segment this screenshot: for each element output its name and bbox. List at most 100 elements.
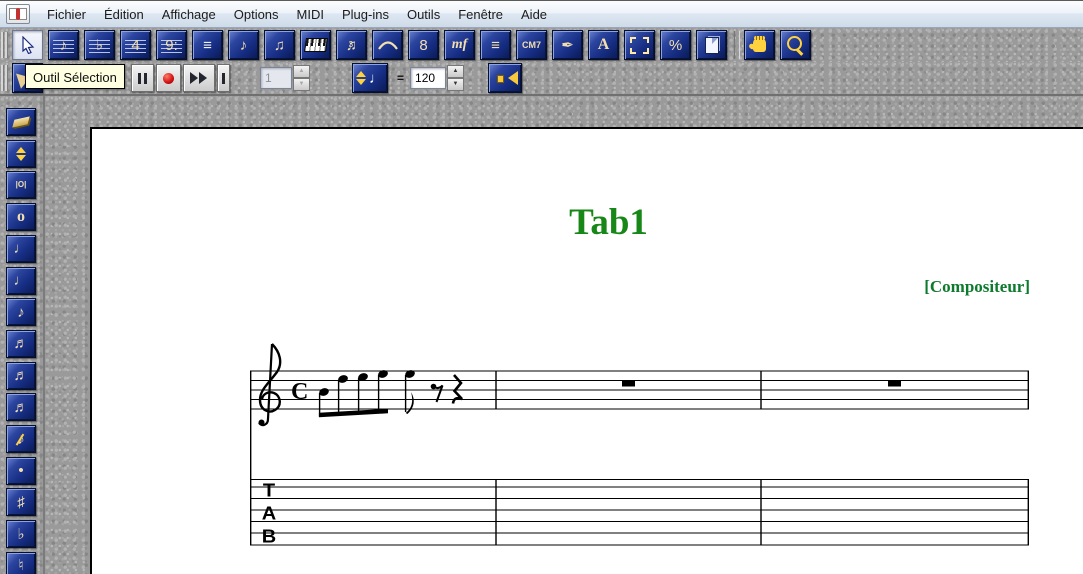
- menu-item-affichage[interactable]: Affichage: [153, 3, 225, 26]
- lyrics-button[interactable]: ≡: [480, 30, 511, 60]
- toolbar-grip-icon[interactable]: [1, 32, 9, 58]
- chord-names-icon: CM7: [522, 41, 541, 50]
- sharp-icon: ♯: [17, 495, 25, 510]
- half-note-icon: ♩: [14, 241, 29, 256]
- record-button[interactable]: [156, 64, 181, 92]
- text-tool-button[interactable]: A: [588, 30, 619, 60]
- tempo-note-button[interactable]: ♩: [352, 63, 388, 93]
- spin-down-icon[interactable]: ▼: [293, 78, 310, 91]
- toolbar-separator: [734, 31, 740, 59]
- beamed-notes: [318, 369, 389, 417]
- text-tool-icon: A: [598, 37, 610, 53]
- natural-button[interactable]: ♮: [6, 552, 36, 574]
- bass-clef-icon: 9:: [165, 38, 178, 53]
- sixteenth-note-icon: ♬: [14, 336, 29, 351]
- note-effects-icon: ♫: [274, 38, 285, 53]
- menu-item-fichier[interactable]: Fichier: [38, 3, 95, 26]
- percent-scale-button[interactable]: %: [660, 30, 691, 60]
- measure-spinner[interactable]: ▲ ▼: [293, 65, 310, 91]
- note-pitch-arrows-button[interactable]: [6, 140, 36, 168]
- menu-item-fentre[interactable]: Fenêtre: [449, 3, 512, 26]
- score-display-icon: ♪: [60, 38, 68, 53]
- dotted-note-icon: •: [18, 463, 23, 478]
- note-effects-button[interactable]: ♫: [264, 30, 295, 60]
- keyboard-icon: [304, 38, 328, 52]
- thirtysecond-note-icon: ♬: [14, 368, 29, 383]
- grace-note-button[interactable]: ♪: [6, 425, 36, 453]
- treble-clef-icon: [259, 344, 281, 426]
- menu-item-midi[interactable]: MIDI: [288, 3, 333, 26]
- key-signature-button[interactable]: ♭: [84, 30, 115, 60]
- time-signature-button[interactable]: 4: [120, 30, 151, 60]
- workspace[interactable]: Tab1 [Compositeur]: [45, 96, 1083, 574]
- eighth-note-button[interactable]: ♪: [6, 298, 36, 326]
- grace-note-icon: ♪: [17, 432, 25, 447]
- notation-staff[interactable]: C: [92, 129, 1083, 574]
- menu-item-dition[interactable]: Édition: [95, 3, 153, 26]
- time-signature-text: C: [291, 379, 308, 405]
- eighth-note: [404, 369, 416, 414]
- bass-clef-button[interactable]: 9:: [156, 30, 187, 60]
- app-book-icon[interactable]: [6, 4, 30, 24]
- spin-up-icon[interactable]: ▲: [447, 65, 464, 78]
- thirtysecond-note-button[interactable]: ♬: [6, 362, 36, 390]
- bar-lines: [251, 371, 1029, 545]
- zoom-tool-button[interactable]: [780, 30, 811, 60]
- clipboard-button[interactable]: [696, 30, 727, 60]
- forward-button[interactable]: [183, 64, 215, 92]
- toolbar-grip-icon[interactable]: [1, 65, 9, 91]
- dynamics-button[interactable]: mf: [444, 30, 475, 60]
- spin-down-icon[interactable]: ▼: [447, 78, 464, 91]
- chord-names-button[interactable]: CM7: [516, 30, 547, 60]
- eraser-tool-button[interactable]: [6, 108, 36, 136]
- menu-item-options[interactable]: Options: [225, 3, 288, 26]
- slur-button[interactable]: [372, 30, 403, 60]
- sixtyfourth-note-icon: ♬: [14, 400, 29, 415]
- sixtyfourth-note-button[interactable]: ♬: [6, 393, 36, 421]
- ottava-icon: 8: [419, 38, 427, 53]
- tab-clef-letters: TAB: [258, 480, 280, 550]
- menu-item-aide[interactable]: Aide: [512, 3, 556, 26]
- pause-button[interactable]: [131, 64, 154, 92]
- zoom-tool-icon: [787, 36, 802, 51]
- sixteenth-note-button[interactable]: ♬: [6, 330, 36, 358]
- main-toolbar: ♪♭49:≡♪♫♫38mf≡CM7✒A%: [0, 28, 1083, 62]
- lyrics-icon: ≡: [491, 38, 500, 53]
- quarter-rest: [453, 375, 462, 404]
- measure-number-field[interactable]: 1: [260, 67, 292, 89]
- whole-note-button[interactable]: o: [6, 203, 36, 231]
- tooltip: Outil Sélection: [25, 64, 125, 89]
- record-icon: [163, 73, 174, 84]
- keyboard-button[interactable]: [300, 30, 331, 60]
- hand-tool-button[interactable]: [744, 30, 775, 60]
- speaker-button[interactable]: [488, 63, 522, 93]
- selection-tool-button[interactable]: [12, 30, 43, 60]
- ottava-button[interactable]: 8: [408, 30, 439, 60]
- spin-up-icon[interactable]: ▲: [293, 65, 310, 78]
- signature-quill-button[interactable]: ✒: [552, 30, 583, 60]
- score-display-button[interactable]: ♪: [48, 30, 79, 60]
- note-entry-button[interactable]: ♪: [228, 30, 259, 60]
- tab-letter: A: [258, 504, 280, 525]
- flat-icon: ♭: [17, 527, 24, 542]
- triplet-button[interactable]: ♫3: [336, 30, 367, 60]
- marker-button[interactable]: [217, 64, 230, 92]
- menu-item-outils[interactable]: Outils: [398, 3, 449, 26]
- dotted-note-button[interactable]: •: [6, 457, 36, 485]
- sharp-button[interactable]: ♯: [6, 488, 36, 516]
- app-body: |O| o ♩ ♩ ♪ ♬ ♬ ♬ ♪ • ♯ ♭ ♮ Tab1 [Compositeur]: [0, 96, 1083, 574]
- quarter-note-button[interactable]: ♩: [6, 267, 36, 295]
- tempo-field[interactable]: 120: [410, 67, 446, 89]
- menu-item-plugins[interactable]: Plug-ins: [333, 3, 398, 26]
- time-signature-icon: 4: [131, 38, 139, 53]
- score-page[interactable]: Tab1 [Compositeur]: [90, 127, 1083, 574]
- half-note-button[interactable]: ♩: [6, 235, 36, 263]
- note-pitch-arrows-icon: [16, 147, 26, 161]
- staff-settings-button[interactable]: ≡: [192, 30, 223, 60]
- breve-note-button[interactable]: |O|: [6, 171, 36, 199]
- tools-sidebar: |O| o ♩ ♩ ♪ ♬ ♬ ♬ ♪ • ♯ ♭ ♮: [0, 96, 45, 574]
- selection-marquee-button[interactable]: [624, 30, 655, 60]
- tabledit-window: FichierÉditionAffichageOptionsMIDIPlug-i…: [0, 0, 1083, 574]
- tempo-spinner[interactable]: ▲ ▼: [447, 65, 464, 91]
- flat-button[interactable]: ♭: [6, 520, 36, 548]
